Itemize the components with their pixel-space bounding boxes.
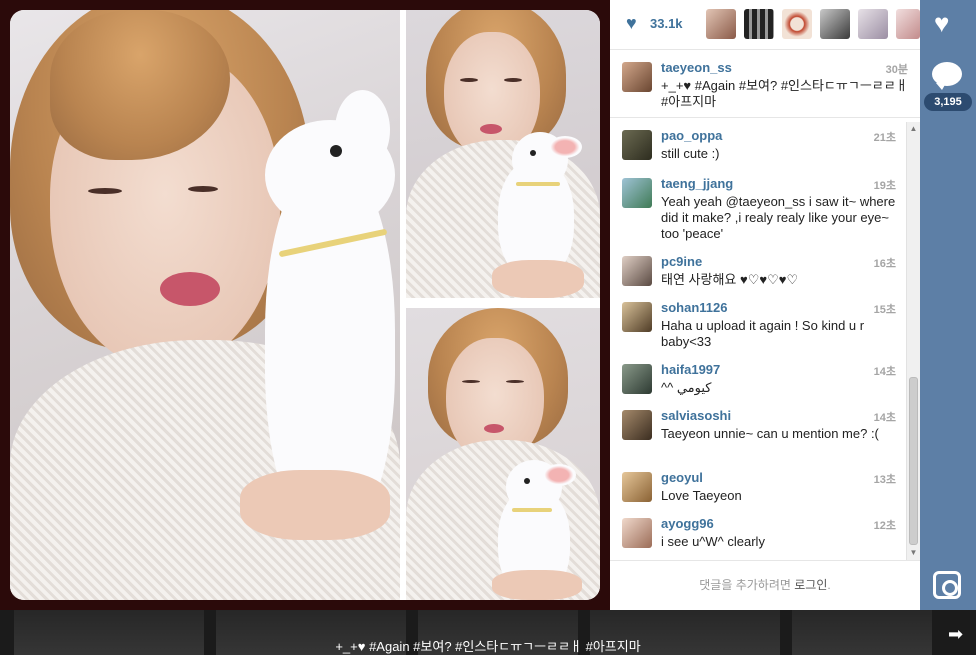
comment-scrollbar[interactable]: ▲ ▼: [906, 122, 920, 560]
comment-username[interactable]: haifa1997: [661, 362, 720, 377]
comment-time: 14초: [873, 366, 896, 378]
post-photo[interactable]: [0, 0, 610, 610]
bottom-caption: +_+♥ #Again #보여? #인스타ㄷㅠㄱㅡㄹㄹㅐ #아프지마: [335, 639, 641, 654]
comment-time: 12초: [873, 520, 896, 532]
comment-text: ^^ كيومي: [661, 380, 712, 395]
comment-time: 13초: [873, 474, 896, 486]
caption-username[interactable]: taeyeon_ss: [661, 60, 732, 75]
avatar[interactable]: [622, 364, 652, 394]
scroll-down-arrow-icon[interactable]: ▼: [907, 546, 920, 560]
bottom-filmstrip: +_+♥ #Again #보여? #인스타ㄷㅠㄱㅡㄹㄹㅐ #아프지마 ➡: [0, 610, 976, 655]
bunny-ear: [548, 136, 582, 158]
comment-text: still cute :): [661, 146, 720, 161]
likes-bar: ♥ 33.1k: [610, 0, 920, 50]
hand-shape: [240, 470, 390, 540]
instagram-camera-icon[interactable]: [933, 571, 961, 599]
photo-panel-bottom-right: [406, 308, 600, 600]
comment-text: Love Taeyeon: [661, 488, 742, 503]
comment-text: Yeah yeah @taeyeon_ss i saw it~ where di…: [661, 194, 896, 241]
photo-panel-main: [10, 10, 400, 600]
hand-shape: [492, 260, 584, 298]
comment-text: Haha u upload it again ! So kind u r bab…: [661, 318, 865, 349]
action-bar: ♥ 3,195: [920, 0, 976, 610]
post-details-panel: ♥ 33.1k taeyeon_ss 30분 +_+♥ #Again #보여? …: [610, 0, 920, 610]
eye-shape: [88, 188, 122, 194]
comment-time: 19초: [873, 180, 896, 192]
liker-avatar[interactable]: [744, 9, 774, 39]
liker-avatar[interactable]: [858, 9, 888, 39]
arrow-right-icon[interactable]: ➡: [948, 624, 963, 645]
caption-time: 30분: [885, 64, 908, 76]
comment-username[interactable]: pc9ine: [661, 254, 702, 269]
bunny-ribbon: [512, 508, 552, 512]
bunny-ear: [542, 464, 576, 486]
comment-username[interactable]: taeng_jjang: [661, 176, 733, 191]
avatar[interactable]: [622, 62, 652, 92]
avatar[interactable]: [622, 130, 652, 160]
bunny-eye: [530, 150, 536, 156]
heart-icon: ♥: [626, 13, 637, 33]
bunny-eye: [524, 478, 530, 484]
photo-panel-top-right: [406, 10, 600, 298]
lips-shape: [160, 272, 220, 306]
avatar[interactable]: [622, 472, 652, 502]
comment-text: 태연 사랑해요 ♥♡♥♡♥♡: [661, 272, 799, 287]
bunny-ear: [335, 90, 390, 170]
lips-shape: [480, 124, 502, 134]
bunny-ribbon: [516, 182, 560, 186]
eye-shape: [504, 78, 522, 82]
comment-text: i see u^W^ clearly: [661, 534, 765, 549]
comment-username[interactable]: ayogg96: [661, 516, 714, 531]
comment-list: pao_oppa 21초 still cute :) taeng_jjang 1…: [610, 122, 920, 560]
comment-text: Taeyeon unnie~ can u mention me? :(: [661, 426, 879, 441]
like-count: 33.1k: [650, 16, 683, 31]
comment-count-badge: 3,195: [924, 93, 972, 111]
lips-shape: [484, 424, 504, 433]
bunny-eye: [330, 145, 342, 157]
comment-bubble-icon[interactable]: [932, 62, 962, 90]
eye-shape: [506, 380, 524, 383]
comment-username[interactable]: sohan1126: [661, 300, 728, 315]
avatar[interactable]: [622, 178, 652, 208]
hand-shape: [492, 570, 582, 600]
avatar[interactable]: [622, 256, 652, 286]
scroll-up-arrow-icon[interactable]: ▲: [907, 122, 920, 136]
liker-avatar[interactable]: [896, 9, 920, 39]
login-prompt-text: 댓글을 추가하려면: [699, 578, 795, 592]
avatar[interactable]: [622, 518, 652, 548]
liker-avatar[interactable]: [706, 9, 736, 39]
comment-time: 14초: [873, 412, 896, 424]
caption-text: +_+♥ #Again #보여? #인스타ㄷㅠㄱㅡㄹㄹㅐ #아프지마: [661, 78, 908, 109]
login-to-comment: 댓글을 추가하려면 로그인.: [610, 560, 920, 610]
avatar[interactable]: [622, 302, 652, 332]
liker-avatar[interactable]: [820, 9, 850, 39]
comment-time: 21초: [873, 132, 896, 144]
comment-time: 16초: [873, 258, 896, 270]
scrollbar-thumb[interactable]: [909, 377, 918, 545]
comment-username[interactable]: geoyul: [661, 470, 703, 485]
heart-icon[interactable]: ♥: [934, 10, 949, 36]
comment-username[interactable]: salviasoshi: [661, 408, 731, 423]
login-prompt-suffix: .: [827, 578, 831, 592]
eye-shape: [188, 186, 218, 192]
photo-viewer: ♥ 33.1k taeyeon_ss 30분 +_+♥ #Again #보여? …: [0, 0, 976, 655]
login-link[interactable]: 로그인: [794, 578, 827, 592]
avatar[interactable]: [622, 410, 652, 440]
eye-shape: [462, 380, 480, 383]
comment-time: 15초: [873, 304, 896, 316]
liker-avatar[interactable]: [782, 9, 812, 39]
photo-collage: [10, 10, 600, 600]
eye-shape: [460, 78, 478, 82]
comment-username[interactable]: pao_oppa: [661, 128, 722, 143]
caption: taeyeon_ss 30분 +_+♥ #Again #보여? #인스타ㄷㅠㄱㅡ…: [610, 52, 920, 118]
